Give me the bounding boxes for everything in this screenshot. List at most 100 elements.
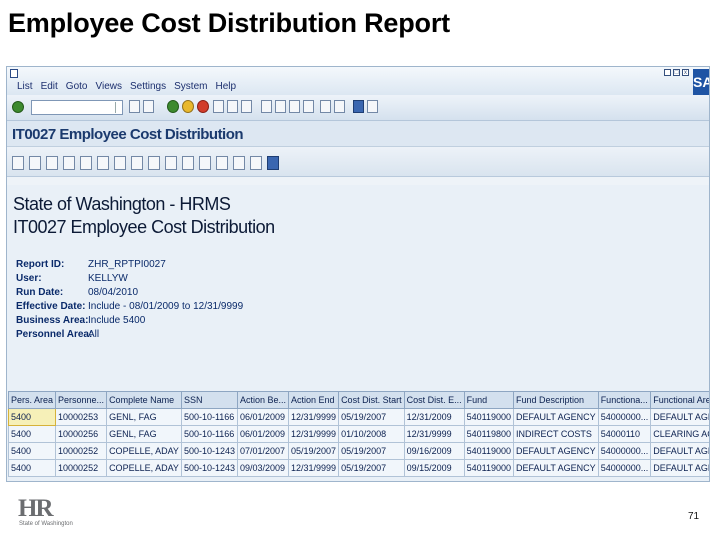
select-all-icon[interactable] bbox=[29, 156, 41, 170]
system-menu-icon[interactable] bbox=[10, 69, 18, 78]
table-cell[interactable]: 01/10/2008 bbox=[338, 425, 405, 443]
table-cell[interactable]: GENL, FAG bbox=[106, 425, 182, 443]
table-cell[interactable]: DEFAULT AGENCY bbox=[512, 408, 599, 426]
table-cell[interactable]: 05/19/2007 bbox=[338, 408, 405, 426]
details-icon[interactable] bbox=[12, 156, 24, 170]
column-header[interactable]: Functiona... bbox=[597, 391, 652, 409]
table-cell[interactable]: 10000256 bbox=[55, 425, 108, 443]
menu-views[interactable]: Views bbox=[95, 81, 122, 92]
column-header[interactable]: Cost Dist. Start bbox=[338, 391, 405, 409]
table-cell[interactable]: 540119000 bbox=[463, 442, 514, 460]
back-icon[interactable] bbox=[167, 100, 179, 113]
table-cell[interactable]: COPELLE, ADAY bbox=[106, 459, 182, 477]
find-next-icon[interactable] bbox=[241, 100, 252, 113]
table-cell[interactable]: DEFAULT AGENCY bbox=[512, 459, 599, 477]
table-cell[interactable]: DEFAULT AGENCY 540 bbox=[650, 459, 709, 477]
table-cell[interactable]: 09/03/2009 bbox=[236, 459, 290, 477]
menu-system[interactable]: System bbox=[174, 81, 207, 92]
table-cell[interactable]: 05/19/2007 bbox=[288, 442, 340, 460]
nav-left-icon[interactable] bbox=[129, 100, 140, 113]
table-row[interactable]: 5400 10000253 GENL, FAG 500-10-1166 06/0… bbox=[7, 408, 709, 426]
table-cell[interactable]: 10000253 bbox=[55, 408, 108, 426]
table-cell[interactable]: 12/31/2009 bbox=[403, 408, 465, 426]
table-cell[interactable]: 5400 bbox=[7, 425, 57, 443]
table-cell[interactable]: COPELLE, ADAY bbox=[106, 442, 182, 460]
table-cell[interactable]: 05/19/2007 bbox=[338, 442, 405, 460]
table-cell[interactable]: 09/16/2009 bbox=[403, 442, 465, 460]
previous-page-icon[interactable] bbox=[275, 100, 286, 113]
shortcut-icon[interactable] bbox=[334, 100, 345, 113]
choose-layout-icon[interactable] bbox=[216, 156, 228, 170]
table-cell[interactable]: INDIRECT COSTS bbox=[512, 425, 599, 443]
cancel-icon[interactable] bbox=[197, 100, 209, 113]
subtotal-icon[interactable] bbox=[97, 156, 109, 170]
graphic-icon[interactable] bbox=[250, 156, 262, 170]
local-file-icon[interactable] bbox=[165, 156, 177, 170]
table-cell[interactable]: 10000252 bbox=[55, 459, 108, 477]
column-header[interactable]: SSN bbox=[180, 391, 238, 409]
enter-check-icon[interactable] bbox=[12, 101, 24, 113]
table-cell[interactable]: 54000110 bbox=[597, 425, 652, 443]
export-icon[interactable] bbox=[131, 156, 143, 170]
info-icon[interactable] bbox=[267, 156, 279, 170]
find-icon[interactable] bbox=[227, 100, 238, 113]
table-cell[interactable]: 500-10-1243 bbox=[180, 459, 238, 477]
table-cell[interactable]: CLEARING ACCOUNT bbox=[650, 425, 709, 443]
table-row[interactable]: 5400 10000252 COPELLE, ADAY 500-10-1243 … bbox=[7, 459, 709, 477]
sum-icon[interactable] bbox=[80, 156, 92, 170]
column-header[interactable]: Complete Name bbox=[106, 391, 182, 409]
table-cell[interactable]: 540119000 bbox=[463, 459, 514, 477]
table-row[interactable]: 5400 10000252 COPELLE, ADAY 500-10-1243 … bbox=[7, 442, 709, 460]
table-cell[interactable]: 54000000... bbox=[597, 442, 652, 460]
print-preview-icon[interactable] bbox=[114, 156, 126, 170]
table-cell[interactable]: 12/31/9999 bbox=[403, 425, 465, 443]
table-cell[interactable]: 500-10-1166 bbox=[180, 425, 238, 443]
minimize-button[interactable]: _ bbox=[664, 69, 671, 76]
next-page-icon[interactable] bbox=[289, 100, 300, 113]
column-header[interactable]: Pers. Area bbox=[7, 391, 57, 409]
layout-menu-icon[interactable] bbox=[367, 100, 378, 113]
table-cell[interactable]: 5400 bbox=[7, 408, 57, 426]
command-dropdown-icon[interactable] bbox=[115, 102, 121, 113]
table-cell[interactable]: 5400 bbox=[7, 442, 57, 460]
spreadsheet-icon[interactable] bbox=[182, 156, 194, 170]
menu-help[interactable]: Help bbox=[215, 81, 236, 92]
maximize-button[interactable]: □ bbox=[673, 69, 680, 76]
menu-goto[interactable]: Goto bbox=[66, 81, 88, 92]
print-icon[interactable] bbox=[213, 100, 224, 113]
command-field[interactable] bbox=[31, 100, 123, 115]
table-cell[interactable]: 12/31/9999 bbox=[288, 425, 340, 443]
menu-settings[interactable]: Settings bbox=[130, 81, 166, 92]
table-cell[interactable]: 05/19/2007 bbox=[338, 459, 405, 477]
close-button[interactable]: x bbox=[682, 69, 689, 76]
save-icon[interactable] bbox=[143, 100, 154, 113]
sort-ascending-icon[interactable] bbox=[46, 156, 58, 170]
table-cell[interactable]: 500-10-1243 bbox=[180, 442, 238, 460]
table-cell[interactable]: 12/31/9999 bbox=[288, 408, 340, 426]
column-header[interactable]: Personne... bbox=[55, 391, 108, 409]
table-cell[interactable]: 54000000... bbox=[597, 408, 652, 426]
table-row[interactable]: 5400 10000256 GENL, FAG 500-10-1166 06/0… bbox=[7, 425, 709, 443]
table-cell[interactable]: GENL, FAG bbox=[106, 408, 182, 426]
help-icon[interactable] bbox=[353, 100, 364, 113]
table-cell[interactable]: 54000000... bbox=[597, 459, 652, 477]
table-cell[interactable]: 09/15/2009 bbox=[403, 459, 465, 477]
column-header[interactable]: Action Be... bbox=[236, 391, 290, 409]
exit-icon[interactable] bbox=[182, 100, 194, 113]
table-cell[interactable]: 10000252 bbox=[55, 442, 108, 460]
change-layout-icon[interactable] bbox=[199, 156, 211, 170]
table-cell[interactable]: 07/01/2007 bbox=[236, 442, 290, 460]
table-cell[interactable]: 06/01/2009 bbox=[236, 425, 290, 443]
column-header[interactable]: Cost Dist. E... bbox=[403, 391, 465, 409]
table-cell[interactable]: 5400 bbox=[7, 459, 57, 477]
column-header[interactable]: Fund bbox=[463, 391, 514, 409]
last-page-icon[interactable] bbox=[303, 100, 314, 113]
column-header[interactable]: Action End bbox=[288, 391, 340, 409]
word-processing-icon[interactable] bbox=[148, 156, 160, 170]
table-cell[interactable]: 06/01/2009 bbox=[236, 408, 290, 426]
table-cell[interactable]: 500-10-1166 bbox=[180, 408, 238, 426]
table-cell[interactable]: DEFAULT AGENCY 540 bbox=[650, 408, 709, 426]
new-session-icon[interactable] bbox=[320, 100, 331, 113]
table-cell[interactable]: DEFAULT AGENCY bbox=[512, 442, 599, 460]
filter-icon[interactable] bbox=[63, 156, 75, 170]
